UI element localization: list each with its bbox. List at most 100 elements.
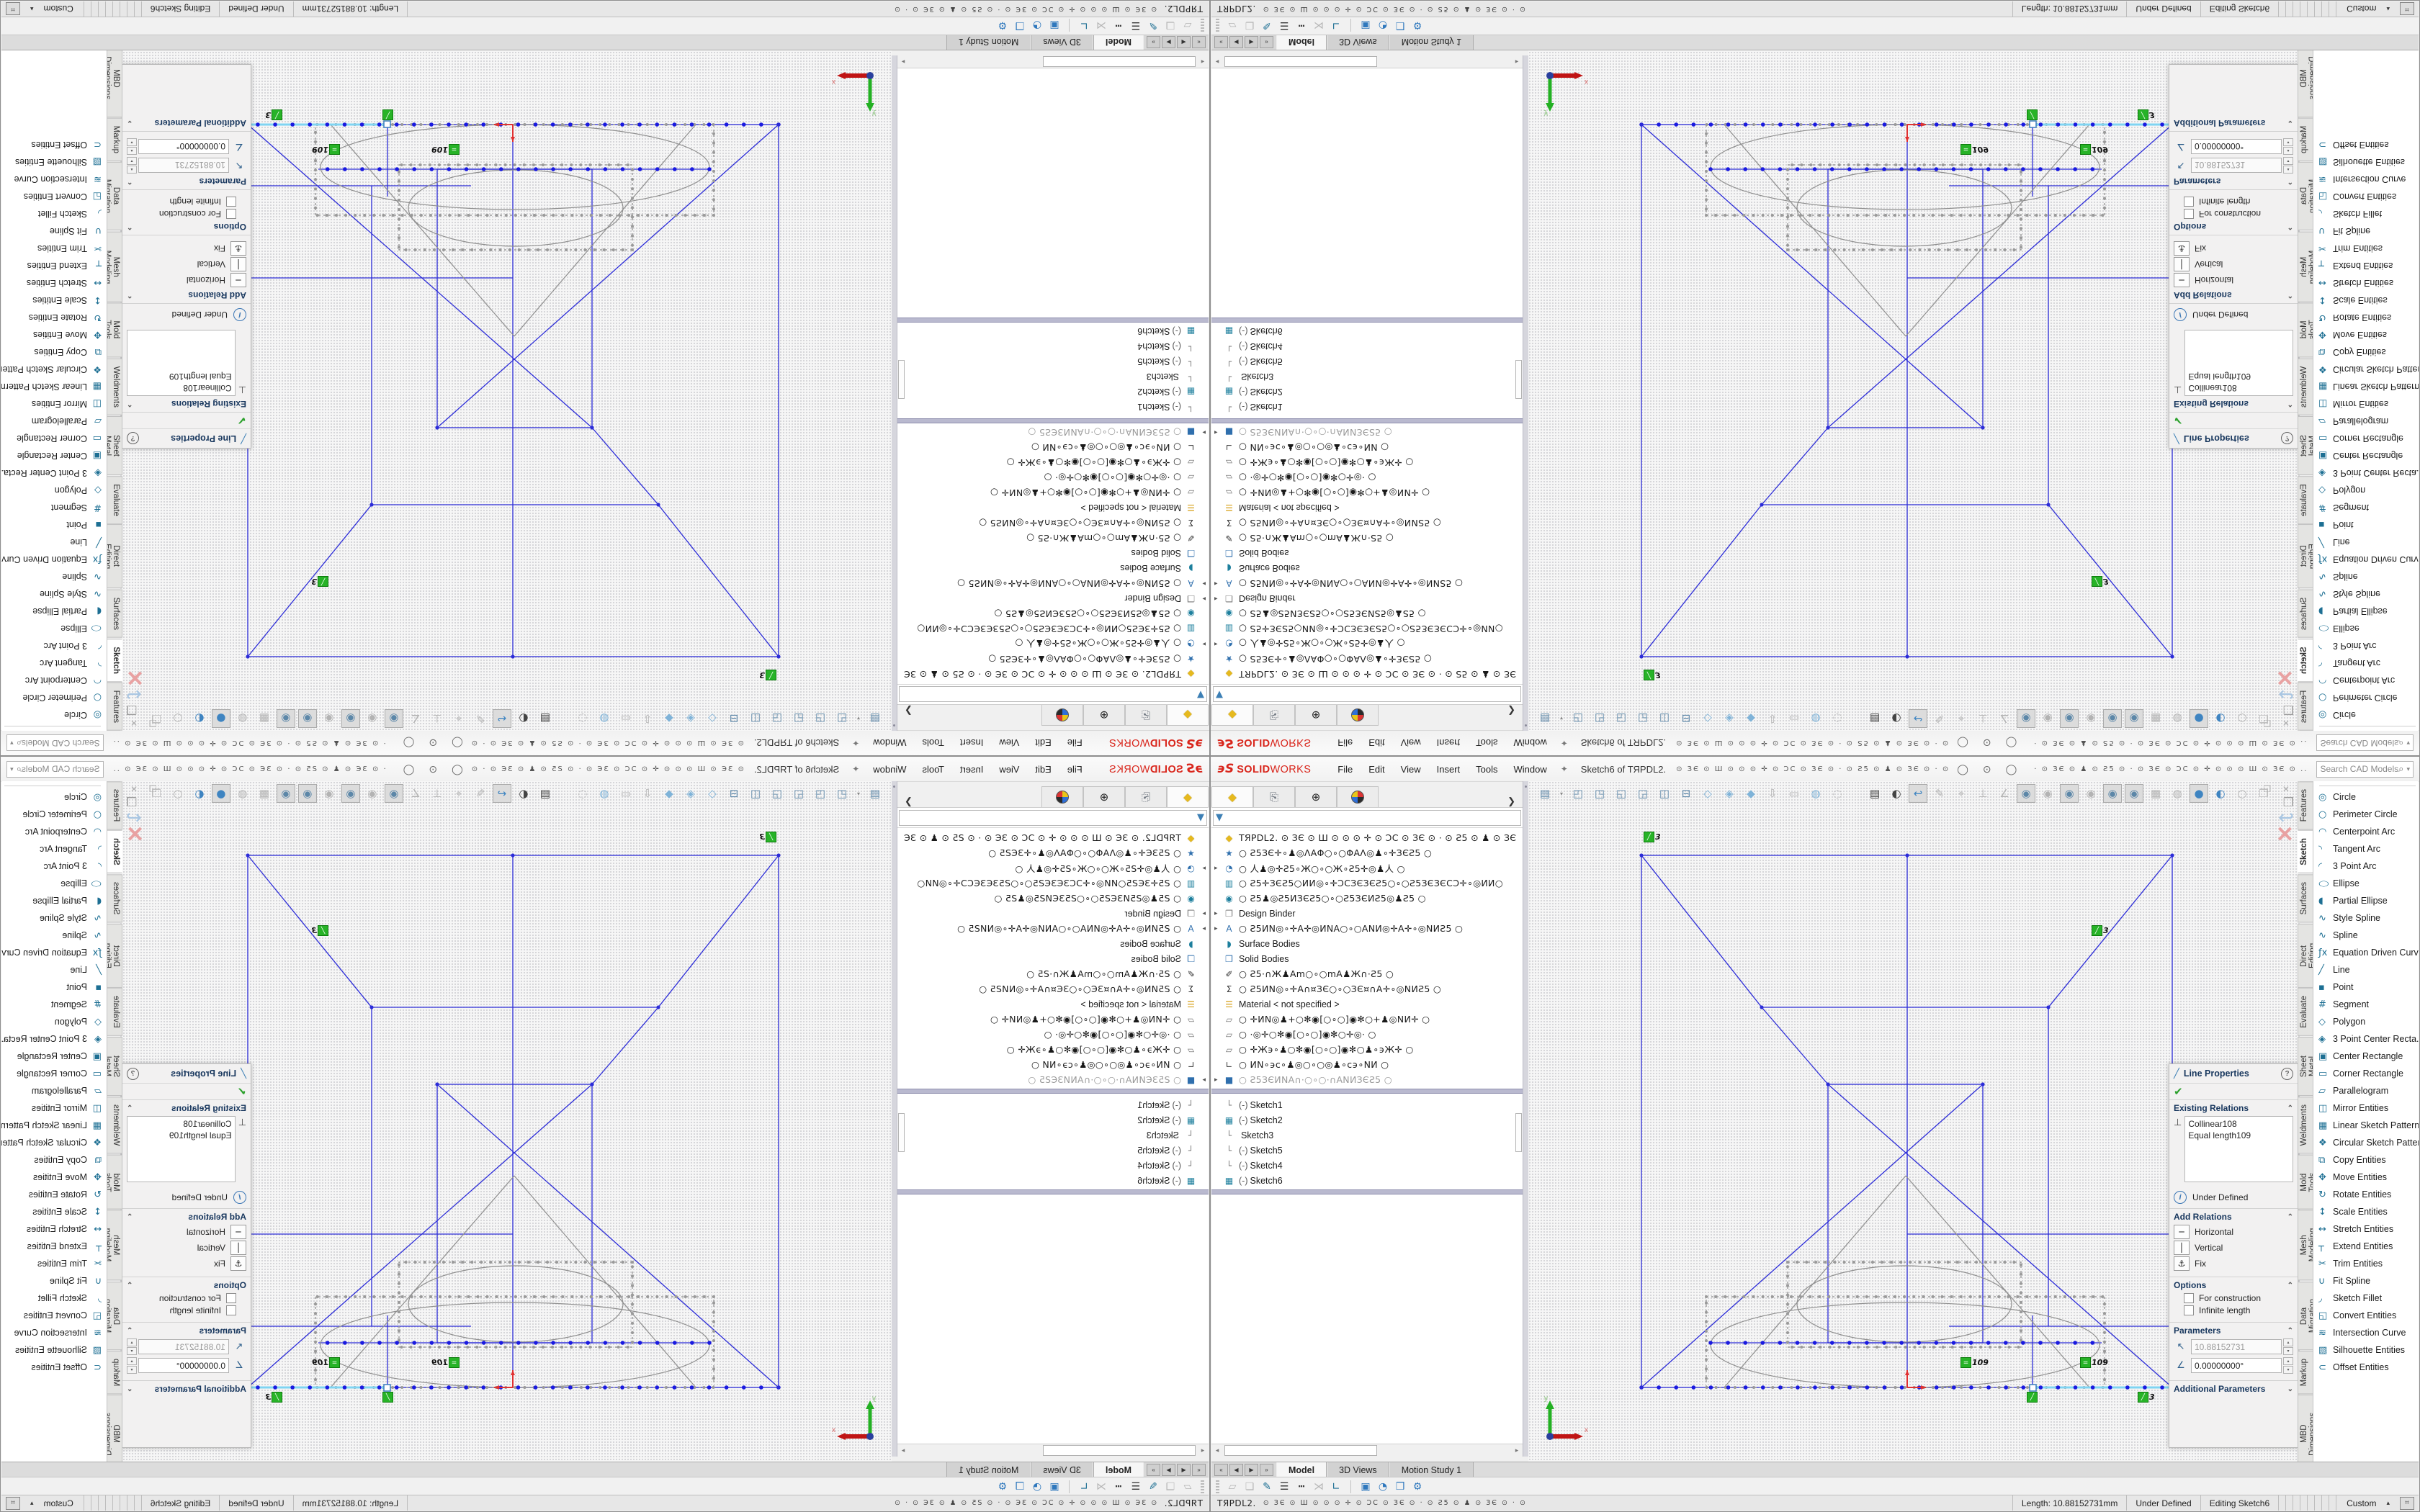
- tool-point[interactable]: ▪ Point: [1, 978, 107, 996]
- doc-window-controls[interactable]: ❐ ✕: [2254, 784, 2294, 794]
- tool-extend-entities[interactable]: ┬ Extend Entities: [1, 257, 107, 274]
- commandmanager-tab[interactable]: Evaluate: [2298, 988, 2313, 1036]
- tree-surface-bodies[interactable]: ◗ Surface Bodies: [1211, 936, 1523, 951]
- collapse-caret-icon[interactable]: ⌃: [2287, 178, 2293, 186]
- separator[interactable]: [1069, 19, 1070, 32]
- tab-scroll-next[interactable]: ▶: [1245, 36, 1258, 48]
- tool-fit-spline[interactable]: ∪ Fit Spline: [1, 1272, 107, 1290]
- tab-scroll-last[interactable]: »: [1147, 1464, 1160, 1476]
- tree-horizontal-scrollbar[interactable]: ◂ ▸: [897, 55, 1209, 68]
- no-preview-icon[interactable]: ⋊: [1093, 18, 1110, 33]
- tool-perimeter-circle[interactable]: ○ Perimeter Circle: [1, 689, 107, 706]
- collapse-caret-icon[interactable]: ⌃: [127, 292, 133, 300]
- tree-solid-bodies[interactable]: ❒ Solid Bodies: [1211, 951, 1523, 966]
- tree-sketch6[interactable]: ▦ (-) Sketch6: [1211, 1173, 1523, 1188]
- tool-intersection-curve[interactable]: ≋ Intersection Curve: [1, 1324, 107, 1341]
- relation-tag-equal[interactable]: = 109: [431, 1357, 460, 1368]
- relation-tag-equal[interactable]: = 109: [1960, 144, 1989, 155]
- commandmanager-tab[interactable]: Direct Editing: [2298, 924, 2313, 988]
- tool-fit-spline[interactable]: ∪ Fit Spline: [2313, 222, 2419, 240]
- toolbar-dot-icon[interactable]: ⊙: [1983, 737, 1991, 750]
- tab-3d-views[interactable]: 3D Views: [1031, 1462, 1093, 1477]
- tab-configurationmanager[interactable]: ⎘: [1253, 705, 1295, 726]
- relation-tag[interactable]: ╱: [2027, 1392, 2038, 1403]
- appearance-icon[interactable]: ❏: [1241, 1479, 1258, 1494]
- tree-sensors[interactable]: ▸ ◔ ○ 人♟◎✛Ƨ5∘Ж○∘○Ж∘Ƨ5✛◎♟人 ○: [897, 860, 1209, 876]
- toolbar-circle-icon[interactable]: ◯: [452, 737, 463, 750]
- tab-configurationmanager[interactable]: ⎘: [1125, 705, 1167, 726]
- checkbox[interactable]: [2184, 197, 2194, 207]
- collapse-caret-icon[interactable]: ⌃: [2287, 400, 2293, 408]
- scroll-left-icon[interactable]: ◂: [1197, 58, 1209, 66]
- tool-fit-spline[interactable]: ∪ Fit Spline: [1, 222, 107, 240]
- tool-silhouette-entities[interactable]: ▧ Silhouette Entities: [2313, 153, 2419, 171]
- tool-copy-entities[interactable]: ⧉ Copy Entities: [1, 1151, 107, 1169]
- performance-icon[interactable]: ◔: [1374, 1479, 1392, 1494]
- relation-horizontal[interactable]: ─ Horizontal: [2174, 1225, 2293, 1239]
- tool-copy-entities[interactable]: ⧉ Copy Entities: [2313, 1151, 2419, 1169]
- tab-motion-study-1[interactable]: Motion Study 1: [1389, 1462, 1474, 1477]
- quick-access-toolbar-glyphs-2[interactable]: · ⊙ ЗЄ ⊙ ♟ ⊙ Ƨ5 ⊙ · ⊙ ЗЄ ⊙ ƆC ⊙ ✛ ⊙ ⊙ ⊙ …: [2034, 765, 2308, 773]
- angle-input[interactable]: 0.00000000°: [138, 1358, 229, 1373]
- tree-origin[interactable]: ∟ ○ ИΝ∘϶с∘♟◎○∘○◎♟∘с϶∘ΝИ ○: [897, 440, 1209, 455]
- tool-offset-entities[interactable]: ⊂ Offset Entities: [1, 136, 107, 153]
- tool-intersection-curve[interactable]: ≋ Intersection Curve: [2313, 171, 2419, 188]
- tree-locked-folder[interactable]: ▸ ■ ○ Ƨ5ЗЄИΝА∩·○∘○·∩АΝИЗЄƧ5 ○: [1211, 1072, 1523, 1087]
- collapse-caret-icon[interactable]: ⌃: [2287, 223, 2293, 231]
- tree-front-plane[interactable]: ▱ ○ ✛ИΝ◎♟+○✻◉[○∘○]◉✻○+♟◎ΝИ✛ ○: [897, 485, 1209, 500]
- checkbox-for-construction[interactable]: For construction: [2184, 209, 2293, 219]
- commandmanager-tab[interactable]: Data Migration: [2298, 1282, 2313, 1350]
- edit-appearance-icon[interactable]: ✎: [1144, 18, 1162, 33]
- commandmanager-tab[interactable]: Weldments: [2298, 358, 2313, 415]
- tool-convert-entities[interactable]: ◱ Convert Entities: [1, 1307, 107, 1324]
- commandmanager-tab[interactable]: Data Migration: [2298, 162, 2313, 230]
- image-quality-icon[interactable]: ▣: [1357, 1479, 1374, 1494]
- tool-ellipse[interactable]: ◯ Ellipse: [2313, 875, 2419, 892]
- tree-design-binder[interactable]: ▸ ❐ Design Binder: [897, 906, 1209, 921]
- scrollbar-thumb[interactable]: [1043, 1445, 1196, 1456]
- tool-offset-entities[interactable]: ⊂ Offset Entities: [2313, 1359, 2419, 1376]
- tree-root[interactable]: ◆ TЯPDL2. ⊙ ЗЄ ⊙ Ш ⊙ ⊙ ⊙ ✛ ⊙ ƆC ⊙ ЗЄ ⊙ ·…: [1211, 667, 1523, 682]
- graphics-area[interactable]: ▤▾◰◳◱◲◫⊟◇◈◆⇩▭◍◌▤◐↩✎⌖⊥∠◉◉◉◉◉◉▦◍●◐○❒: [1528, 781, 2300, 1462]
- relation-tag[interactable]: ╱ 3: [2092, 925, 2109, 936]
- toolbar-dot-icon[interactable]: ⊙: [429, 763, 437, 775]
- menu-item[interactable]: Tools: [1468, 761, 1505, 778]
- tool-3-point-center-rectangle[interactable]: ◈ 3 Point Center Recta...: [1, 464, 107, 482]
- tool-fit-spline[interactable]: ∪ Fit Spline: [2313, 1272, 2419, 1290]
- commandmanager-tab[interactable]: Data Migration: [107, 1282, 122, 1350]
- options-gear-icon[interactable]: ⚙: [994, 1479, 1011, 1494]
- panel-help-icon[interactable]: ?: [127, 433, 139, 445]
- length-input[interactable]: 10.88152731: [2191, 158, 2282, 173]
- expand-arrow-icon[interactable]: ▸: [1214, 428, 1223, 436]
- status-custom-dropdown[interactable]: Custom ▴: [20, 1495, 84, 1511]
- expand-arrow-icon[interactable]: ▸: [1197, 640, 1206, 648]
- tree-sketch4[interactable]: └ (-) Sketch4: [1211, 339, 1523, 354]
- tab-scroll-next[interactable]: ▶: [1245, 1464, 1258, 1476]
- tool-ellipse[interactable]: ◯ Ellipse: [1, 620, 107, 637]
- tree-sketch5[interactable]: └ (-) Sketch5: [1211, 354, 1523, 369]
- commandmanager-tab[interactable]: Sheet Metal: [2298, 1037, 2313, 1096]
- tree-split-bar[interactable]: [897, 1189, 1209, 1194]
- relation-entry[interactable]: Collinear108: [2188, 1118, 2290, 1130]
- checkbox-for-construction[interactable]: For construction: [127, 209, 236, 219]
- commandmanager-tab[interactable]: Mesh Modeling: [107, 232, 122, 302]
- tool-convert-entities[interactable]: ◱ Convert Entities: [2313, 1307, 2419, 1324]
- tree-charts[interactable]: ▥ ○ Ƨ5✛ЗЄƧ5○ИИ◎∘✛ƆСЗЄЗЄƧ5○∘○Ƨ5ЗЄЗЄСƆ✛∘◎И…: [1211, 876, 1523, 891]
- commandmanager-tab[interactable]: MBD Dimensions: [107, 39, 122, 117]
- no-preview-icon[interactable]: ⋊: [1093, 1479, 1110, 1494]
- collapse-caret-icon[interactable]: ⌃: [127, 1282, 133, 1290]
- tree-horizontal-scrollbar[interactable]: ◂ ▸: [1211, 55, 1523, 68]
- relation-horizontal[interactable]: ─ Horizontal: [127, 1225, 246, 1239]
- quick-access-toolbar-glyphs[interactable]: ⊙ ЗЄ ⊙ Ш ⊙ ⊙ ⊙ ✛ ⊙ ƆC ⊙ ЗЄ ⊙ · ⊙ Ƨ5 ⊙ ♟ …: [1676, 765, 1950, 773]
- expand-arrow-icon[interactable]: ▸: [1214, 924, 1223, 932]
- commandmanager-tab[interactable]: Sketch: [2298, 639, 2313, 682]
- tool-circle[interactable]: ◎ Circle: [1, 706, 107, 724]
- tool-rotate-entities[interactable]: ↻ Rotate Entities: [2313, 1186, 2419, 1203]
- tree-right-plane[interactable]: ▱ ○ ✛Ж϶∘♟○✻◉[○∘○]◉✻○♟∘϶Ж✛ ○: [1211, 455, 1523, 470]
- tool-circle[interactable]: ◎ Circle: [2313, 706, 2419, 724]
- status-custom-dropdown[interactable]: Custom ▴: [2336, 1495, 2400, 1511]
- collapse-caret-icon[interactable]: ⌃: [127, 1327, 133, 1335]
- tool-style-spline[interactable]: ∿ Style Spline: [1, 909, 107, 927]
- tool-centerpoint-arc[interactable]: ◠ Centerpoint Arc: [1, 823, 107, 840]
- spin-down-icon[interactable]: ▾: [2283, 1347, 2293, 1355]
